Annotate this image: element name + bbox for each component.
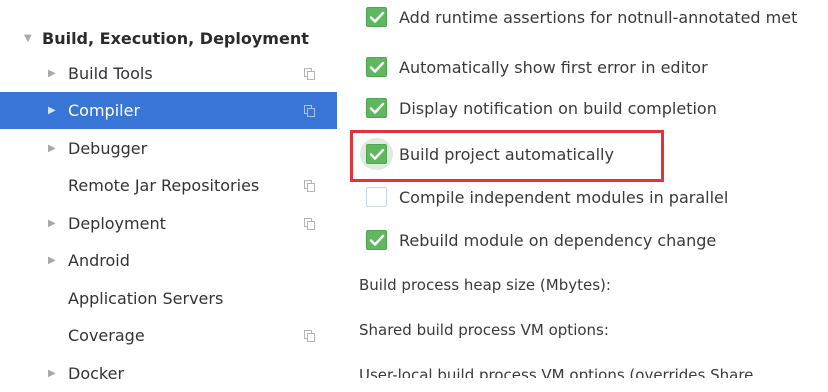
field-label: Shared build process VM options: (359, 321, 609, 339)
checkbox[interactable] (366, 57, 387, 77)
triangle-right-icon[interactable]: ▶ (48, 368, 56, 379)
sidebar-item-label: Remote Jar Repositories (68, 176, 260, 195)
field-label: Build process heap size (Mbytes): (359, 276, 611, 294)
field-row: Build process heap size (Mbytes): (337, 270, 828, 300)
sidebar-item-label: Debugger (68, 139, 148, 158)
section-label: Build, Execution, Deployment (42, 28, 309, 48)
sidebar-item-application-servers[interactable]: Application Servers (0, 280, 337, 317)
copy-settings-icon (304, 68, 315, 80)
triangle-right-icon[interactable]: ▶ (48, 218, 56, 229)
sidebar-item-android[interactable]: ▶ Android (0, 242, 337, 279)
checkmark-icon (369, 61, 385, 73)
field-row: Shared build process VM options: (337, 315, 828, 345)
checkbox[interactable] (366, 7, 387, 27)
option-compile-independent-modules-in-parallel[interactable]: Compile independent modules in parallel (337, 182, 828, 212)
option-label: Rebuild module on dependency change (399, 230, 717, 250)
option-rebuild-module-on-dependency-change[interactable]: Rebuild module on dependency change (337, 225, 828, 255)
option-display-notification-on-build-completion[interactable]: Display notification on build completion (337, 93, 828, 123)
triangle-right-icon[interactable]: ▶ (48, 255, 56, 266)
copy-settings-icon (304, 218, 315, 230)
sidebar-item-docker[interactable]: ▶ Docker (0, 355, 337, 392)
red-highlight-box (350, 130, 664, 182)
sidebar-item-label: Application Servers (68, 289, 224, 308)
option-label: Compile independent modules in parallel (399, 187, 729, 207)
sidebar-item-debugger[interactable]: ▶ Debugger (0, 130, 337, 167)
field-row: User-local build process VM options (ove… (337, 360, 828, 378)
checkbox[interactable] (366, 230, 387, 250)
option-automatically-show-first-error-in-editor[interactable]: Automatically show first error in editor (337, 52, 828, 82)
checkbox[interactable] (366, 187, 387, 207)
sidebar-item-label: Compiler (68, 101, 141, 120)
sidebar-item-label: Coverage (68, 326, 145, 345)
compiler-settings-panel: Add runtime assertions for notnull-annot… (337, 0, 828, 378)
option-label: Display notification on build completion (399, 98, 717, 118)
option-label: Add runtime assertions for notnull-annot… (399, 7, 798, 27)
sidebar-item-build-tools[interactable]: ▶ Build Tools (0, 55, 337, 92)
sidebar-item-label: Build Tools (68, 64, 153, 83)
triangle-right-icon[interactable]: ▶ (48, 105, 56, 116)
checkmark-icon (369, 102, 385, 114)
triangle-right-icon[interactable]: ▶ (48, 68, 56, 79)
triangle-down-icon[interactable]: ▼ (24, 33, 32, 44)
section-build-execution-deployment[interactable]: ▼ Build, Execution, Deployment (0, 24, 337, 52)
sidebar-item-compiler[interactable]: ▶ Compiler (0, 92, 337, 129)
copy-settings-icon (304, 330, 315, 342)
settings-sidebar: ▼ Build, Execution, Deployment ▶ Build To… (0, 0, 337, 383)
checkbox[interactable] (366, 98, 387, 118)
option-add-runtime-assertions-for-notnull-annotated-met[interactable]: Add runtime assertions for notnull-annot… (337, 2, 828, 32)
sidebar-item-label: Docker (68, 364, 125, 383)
checkmark-icon (369, 11, 385, 23)
copy-settings-icon (304, 105, 315, 117)
sidebar-item-label: Deployment (68, 214, 166, 233)
option-label: Automatically show first error in editor (399, 57, 708, 77)
sidebar-item-deployment[interactable]: ▶ Deployment (0, 205, 337, 242)
sidebar-item-label: Android (68, 251, 130, 270)
sidebar-item-coverage[interactable]: Coverage (0, 317, 337, 354)
triangle-right-icon[interactable]: ▶ (48, 143, 56, 154)
copy-settings-icon (304, 180, 315, 192)
field-label: User-local build process VM options (ove… (359, 366, 754, 378)
checkmark-icon (369, 234, 385, 246)
sidebar-item-remote-jar-repositories[interactable]: Remote Jar Repositories (0, 167, 337, 204)
